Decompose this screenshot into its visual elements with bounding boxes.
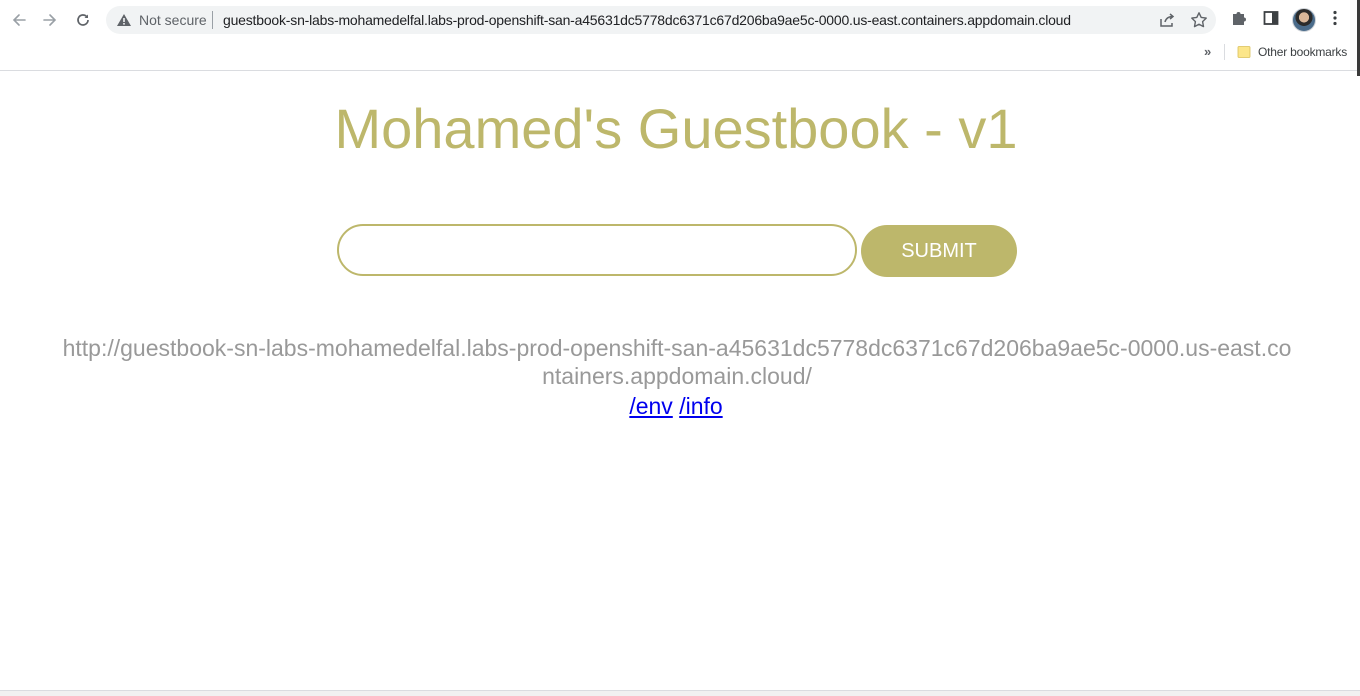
security-status-label[interactable]: Not secure [139,12,207,28]
arrow-right-icon [43,14,57,26]
folder-icon [1237,46,1251,58]
star-icon[interactable] [1190,11,1208,29]
side-panel-icon[interactable] [1262,9,1280,27]
share-icon[interactable] [1158,11,1176,29]
address-bar[interactable]: Not secure guestbook-sn-labs-mohamedelfa… [106,6,1216,34]
reload-button[interactable] [69,6,97,34]
other-bookmarks-folder[interactable]: Other bookmarks [1258,45,1347,59]
guestbook-entry-input[interactable] [337,224,857,276]
browser-toolbar: Not secure guestbook-sn-labs-mohamedelfa… [0,0,1360,76]
page-title: Mohamed's Guestbook - v1 [334,97,1018,160]
warning-icon[interactable] [116,13,132,27]
info-link[interactable]: /info [679,393,722,419]
url-text[interactable]: guestbook-sn-labs-mohamedelfal.labs-prod… [223,12,1071,28]
env-link[interactable]: /env [629,393,672,419]
kebab-menu-icon[interactable] [1326,9,1344,27]
info-links: /env /info [0,392,1352,420]
host-address-text: http://guestbook-sn-labs-mohamedelfal.la… [62,335,1292,389]
puzzle-icon[interactable] [1230,9,1248,27]
back-button[interactable] [5,6,33,34]
window-bottom-border [0,690,1360,696]
bookmarks-divider [1224,44,1225,60]
guestbook-page: Mohamed's Guestbook - v1 SUBMIT http://g… [0,71,1360,691]
omnibox-divider [212,11,213,29]
submit-button[interactable]: SUBMIT [861,225,1017,277]
bookmarks-overflow-button[interactable]: » [1204,44,1211,59]
arrow-left-icon [12,14,26,26]
profile-avatar[interactable] [1292,8,1316,32]
reload-icon [77,14,89,26]
forward-button[interactable] [36,6,64,34]
